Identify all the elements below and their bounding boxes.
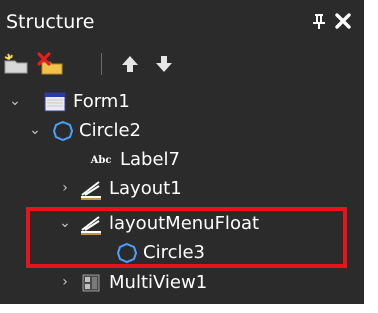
- tree-node-label: Layout1: [109, 178, 182, 199]
- tree-node-label: Form1: [73, 91, 130, 112]
- label-icon: Abc: [86, 148, 116, 172]
- close-icon[interactable]: [333, 12, 353, 32]
- chevron-down-icon[interactable]: ⌄: [27, 121, 43, 139]
- layout-icon: [78, 177, 104, 201]
- panel-title: Structure: [6, 11, 95, 33]
- label-icon-text: Abc: [90, 154, 112, 166]
- chevron-down-icon[interactable]: ⌄: [7, 92, 23, 110]
- structure-toolbar: [0, 50, 364, 80]
- add-component-icon[interactable]: [2, 50, 30, 78]
- structure-panel: Structure ⌄ Form1 ⌄ Circle2 Abc Label7 ›…: [0, 0, 364, 304]
- move-down-icon[interactable]: [150, 50, 178, 78]
- move-up-icon[interactable]: [116, 50, 144, 78]
- pin-icon[interactable]: [309, 12, 329, 32]
- form-icon: [42, 90, 68, 114]
- toolbar-separator: [101, 53, 102, 75]
- tree-node-label: Label7: [120, 149, 181, 170]
- tree-node-label: Circle2: [79, 120, 141, 141]
- structure-tree: ⌄ Form1 ⌄ Circle2 Abc Label7 › Layout1 ⌄…: [0, 86, 364, 304]
- chevron-right-icon[interactable]: ›: [57, 273, 73, 291]
- tree-node-label7[interactable]: Abc Label7: [0, 146, 364, 174]
- tree-node-circle2[interactable]: ⌄ Circle2: [0, 117, 364, 145]
- chevron-right-icon[interactable]: ›: [57, 179, 73, 197]
- multiview-icon: [78, 271, 104, 295]
- circle-icon: [50, 119, 76, 143]
- panel-titlebar: Structure: [0, 0, 364, 44]
- tree-node-label: MultiView1: [109, 272, 208, 293]
- highlight-box: [26, 207, 347, 268]
- tree-node-form1[interactable]: ⌄ Form1: [0, 88, 364, 116]
- delete-component-icon[interactable]: [36, 50, 64, 78]
- tree-node-multiview1[interactable]: › MultiView1: [0, 269, 364, 297]
- tree-node-layout1[interactable]: › Layout1: [0, 175, 364, 203]
